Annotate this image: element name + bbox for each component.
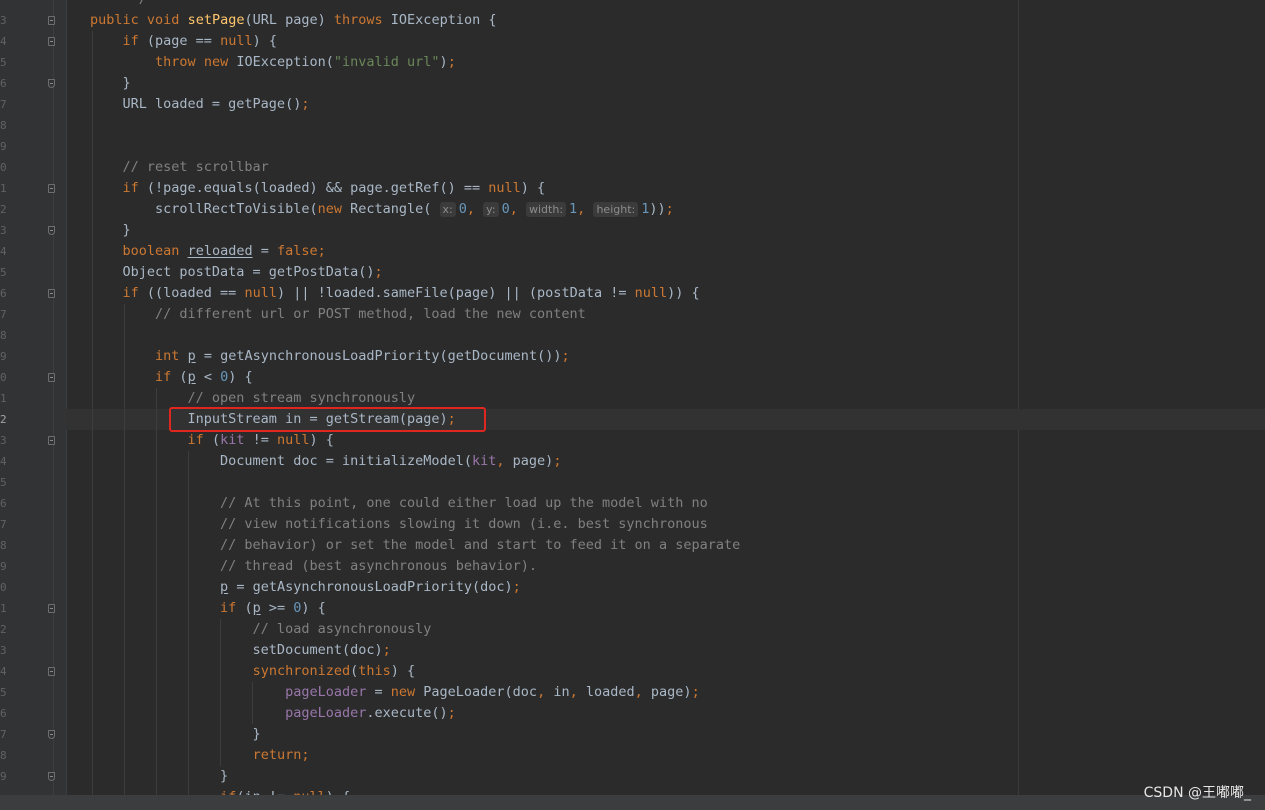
fold-start-marker-icon[interactable] [48, 289, 55, 298]
fold-start-marker-icon[interactable] [48, 604, 55, 613]
code-line[interactable]: // At this point, one could either load … [90, 493, 708, 514]
fold-start-marker-icon[interactable] [48, 37, 55, 46]
code-line[interactable]: // behavior) or set the model and start … [90, 535, 740, 556]
code-line[interactable]: // load asynchronously [90, 619, 432, 640]
line-number: 5 [0, 476, 6, 489]
code-line[interactable]: // open stream synchronously [90, 388, 416, 409]
line-number: 8 [0, 119, 6, 132]
line-number: 0 [0, 161, 6, 174]
line-number: 8 [0, 539, 6, 552]
code-line[interactable]: boolean reloaded = false; [90, 241, 326, 262]
line-number: 5 [0, 266, 6, 279]
line-number: 3 [0, 14, 6, 27]
code-line[interactable]: */ [90, 0, 147, 10]
line-number: 9 [0, 560, 6, 573]
code-line[interactable]: public void setPage(URL page) throws IOE… [90, 10, 496, 31]
line-number: 2 [0, 413, 6, 426]
code-line[interactable]: return; [90, 745, 310, 766]
line-number: 4 [0, 665, 6, 678]
code-line[interactable]: int p = getAsynchronousLoadPriority(getD… [90, 346, 570, 367]
fold-start-marker-icon[interactable] [48, 184, 55, 193]
code-line[interactable]: if ((loaded == null) || !loaded.sameFile… [90, 283, 700, 304]
line-number: 6 [0, 77, 6, 90]
code-line[interactable]: if (p >= 0) { [90, 598, 326, 619]
code-line[interactable]: } [90, 220, 131, 241]
line-number: 7 [0, 518, 6, 531]
fold-end-marker-icon[interactable] [48, 226, 55, 235]
fold-end-marker-icon[interactable] [48, 730, 55, 739]
line-number: 9 [0, 770, 6, 783]
code-line[interactable]: Object postData = getPostData(); [90, 262, 383, 283]
line-number: 4 [0, 245, 6, 258]
code-line[interactable]: } [90, 724, 261, 745]
line-number: 3 [0, 434, 6, 447]
code-line[interactable]: } [90, 766, 228, 787]
fold-start-marker-icon[interactable] [48, 373, 55, 382]
line-number: 7 [0, 728, 6, 741]
line-number: 1 [0, 392, 6, 405]
fold-end-marker-icon[interactable] [48, 772, 55, 781]
line-number: 1 [0, 182, 6, 195]
code-line[interactable]: if (kit != null) { [90, 430, 334, 451]
line-number: 5 [0, 56, 6, 69]
watermark-text: CSDN @王嘟嘟_ [1143, 785, 1251, 801]
line-number: 9 [0, 140, 6, 153]
code-line[interactable]: pageLoader = new PageLoader(doc, in, loa… [90, 682, 700, 703]
code-line[interactable]: p = getAsynchronousLoadPriority(doc); [90, 577, 521, 598]
code-line[interactable]: if (!page.equals(loaded) && page.getRef(… [90, 178, 546, 199]
code-line[interactable]: scrollRectToVisible(new Rectangle( x: 0, … [90, 199, 674, 220]
line-number: 6 [0, 497, 6, 510]
fold-start-marker-icon[interactable] [48, 436, 55, 445]
line-number: 8 [0, 749, 6, 762]
fold-start-marker-icon[interactable] [48, 16, 55, 25]
line-number-gutter[interactable] [0, 0, 67, 795]
code-line[interactable]: synchronized(this) { [90, 661, 416, 682]
code-line[interactable]: // reset scrollbar [90, 157, 269, 178]
line-number: 0 [0, 581, 6, 594]
line-number: 8 [0, 329, 6, 342]
code-line[interactable]: // thread (best asynchronous behavior). [90, 556, 537, 577]
code-line[interactable]: if (page == null) { [90, 31, 277, 52]
right-margin-guide [1018, 0, 1019, 795]
fold-end-marker-icon[interactable] [48, 79, 55, 88]
fold-start-marker-icon[interactable] [48, 667, 55, 676]
horizontal-scrollbar[interactable] [0, 795, 1265, 810]
code-line[interactable]: } [90, 73, 131, 94]
annotation-highlight-box [169, 407, 486, 432]
line-number: 0 [0, 371, 6, 384]
code-line[interactable]: setDocument(doc); [90, 640, 391, 661]
code-line[interactable]: Document doc = initializeModel(kit, page… [90, 451, 561, 472]
code-line[interactable]: // different url or POST method, load th… [90, 304, 586, 325]
line-number: 3 [0, 644, 6, 657]
line-number: 6 [0, 707, 6, 720]
code-line[interactable]: if(in != null) { [90, 787, 350, 795]
line-number: 7 [0, 98, 6, 111]
line-number: 4 [0, 455, 6, 468]
line-number: 7 [0, 308, 6, 321]
line-number: 3 [0, 224, 6, 237]
line-number: 2 [0, 623, 6, 636]
code-line[interactable]: pageLoader.execute(); [90, 703, 456, 724]
line-number: 5 [0, 686, 6, 699]
code-line[interactable]: throw new IOException("invalid url"); [90, 52, 456, 73]
code-editor[interactable]: 3 4 5 6 7 8 9 0 1 2 3 4 5 6 7 8 9 0 1 2 3 4 5 6 7 8 9 0 1 2 3 4 5 6 7 8 9 */… [0, 0, 1265, 795]
line-number: 1 [0, 602, 6, 615]
code-line[interactable]: // view notifications slowing it down (i… [90, 514, 708, 535]
code-line[interactable]: URL loaded = getPage(); [90, 94, 310, 115]
line-number [0, 0, 6, 10]
line-number: 6 [0, 287, 6, 300]
line-number: 4 [0, 35, 6, 48]
code-line[interactable]: if (p < 0) { [90, 367, 253, 388]
line-number [0, 787, 6, 795]
line-number: 9 [0, 350, 6, 363]
line-number: 2 [0, 203, 6, 216]
